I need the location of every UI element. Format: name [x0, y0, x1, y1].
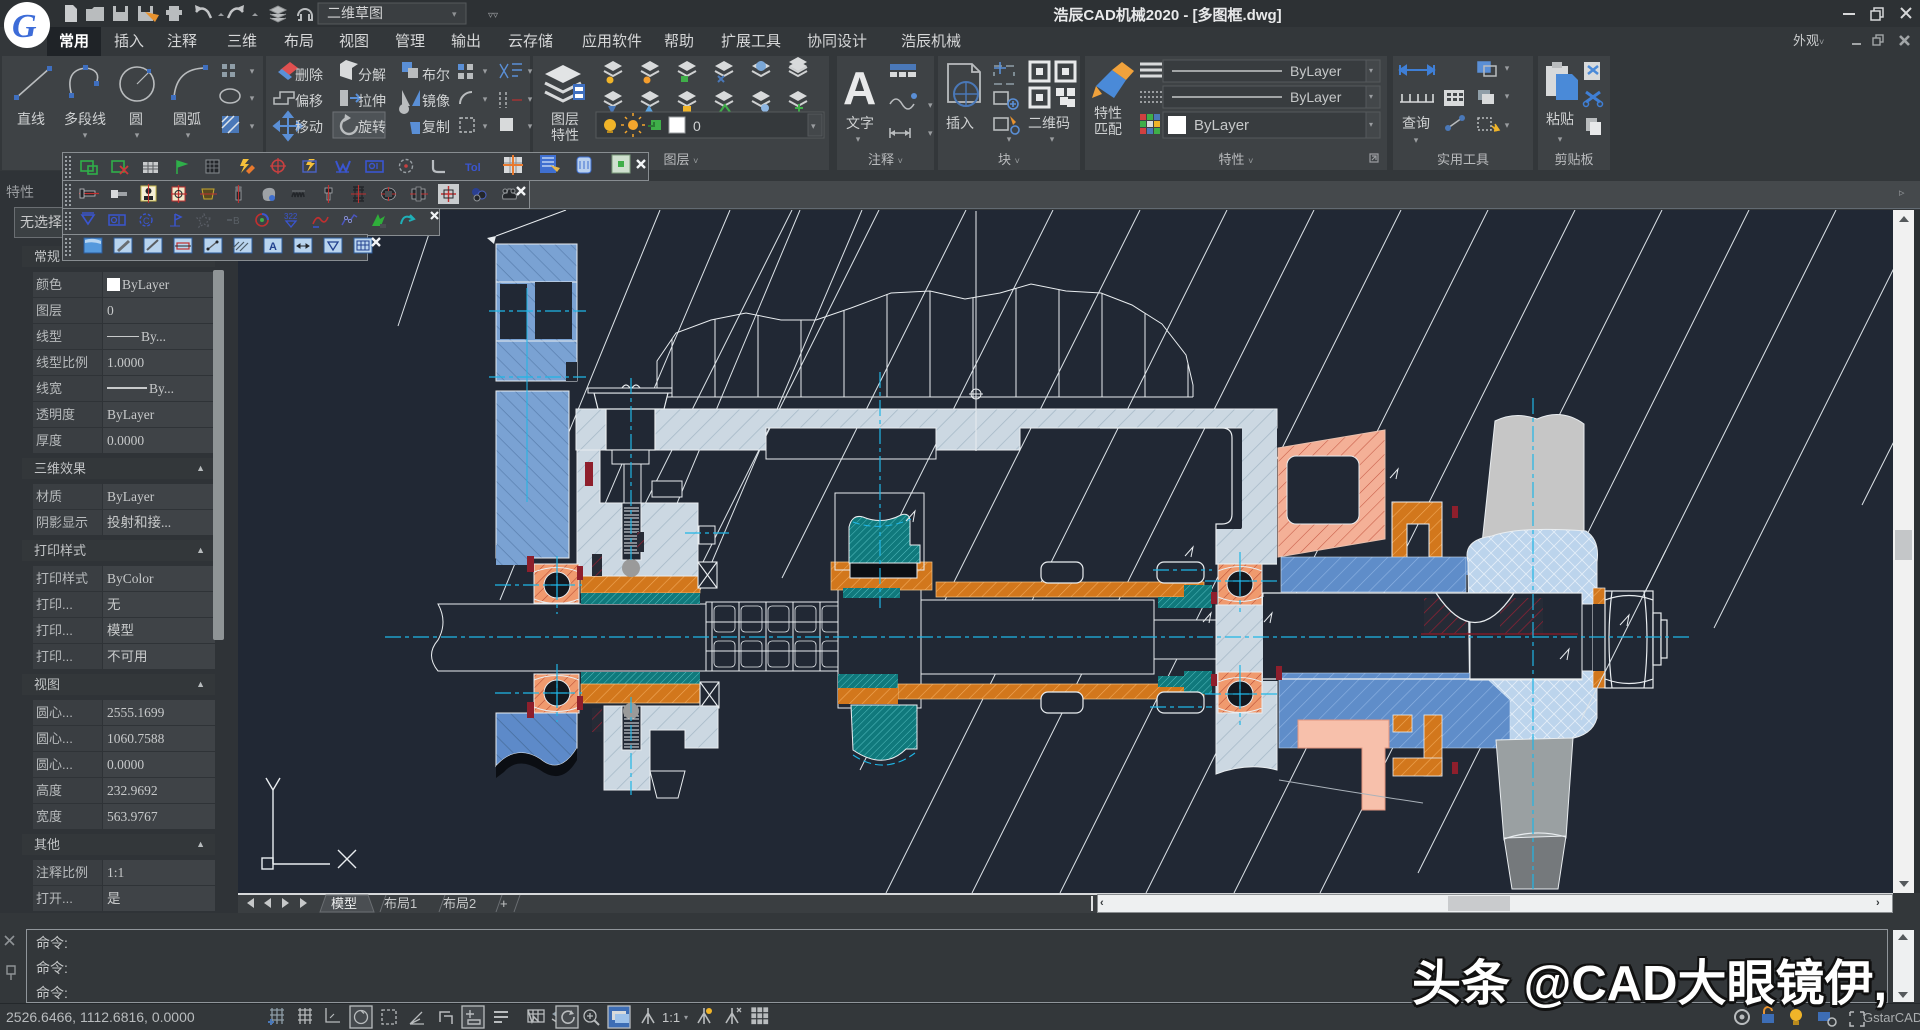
svg-text:查询: 查询 [1402, 115, 1430, 131]
svg-text:ByLayer: ByLayer [1194, 117, 1249, 134]
svg-text:图层: 图层 [551, 111, 579, 127]
svg-text:▾: ▾ [528, 66, 533, 76]
svg-text:插入: 插入 [946, 115, 974, 131]
svg-text:▾: ▾ [1369, 92, 1373, 101]
svg-text:直线: 直线 [17, 111, 45, 127]
svg-text:▾: ▾ [1050, 134, 1055, 144]
svg-text:删除: 删除 [295, 67, 323, 83]
svg-text:多段线: 多段线 [64, 111, 106, 127]
svg-text:拉伸: 拉伸 [358, 93, 386, 109]
svg-text:▾: ▾ [250, 66, 255, 76]
svg-text:▾: ▾ [1369, 120, 1373, 129]
svg-text:▾: ▾ [1505, 63, 1510, 73]
svg-text:▾: ▾ [483, 94, 488, 104]
svg-text:圆: 圆 [129, 111, 143, 127]
svg-text:▾: ▾ [250, 121, 255, 131]
svg-text:▾: ▾ [83, 130, 88, 140]
svg-text:▾: ▾ [1414, 135, 1419, 145]
svg-text:A: A [843, 62, 876, 114]
svg-text:▾: ▾ [528, 94, 533, 104]
svg-text:粘贴: 粘贴 [1546, 111, 1574, 127]
svg-text:▾: ▾ [483, 121, 488, 131]
svg-text:特性: 特性 [551, 127, 579, 143]
svg-text:▿▿: ▿▿ [488, 10, 498, 21]
svg-text:▾: ▾ [811, 121, 816, 131]
svg-text:ByLayer: ByLayer [1290, 89, 1342, 105]
svg-text:▾: ▾ [250, 93, 255, 103]
svg-text:▾: ▾ [1007, 134, 1012, 144]
svg-text:二维草图: 二维草图 [327, 5, 383, 21]
svg-text:模型: 模型 [331, 896, 357, 911]
svg-text:▾: ▾ [1369, 66, 1373, 75]
svg-text:复制: 复制 [422, 119, 450, 135]
svg-text:▾: ▾ [135, 130, 140, 140]
svg-text:▾: ▾ [928, 128, 933, 138]
svg-text:旋转: 旋转 [358, 119, 386, 135]
svg-text:偏移: 偏移 [295, 93, 323, 109]
svg-text:分解: 分解 [358, 67, 386, 83]
svg-text:▾: ▾ [1505, 91, 1510, 101]
svg-text:▾: ▾ [1558, 134, 1563, 144]
svg-text:文字: 文字 [846, 115, 874, 131]
svg-text:▾: ▾ [452, 9, 457, 19]
svg-text:特性: 特性 [1094, 105, 1122, 121]
svg-text:移动: 移动 [295, 119, 323, 135]
svg-text:▾: ▾ [186, 130, 191, 140]
svg-text:匹配: 匹配 [1094, 121, 1122, 137]
svg-text:布尔: 布尔 [422, 67, 450, 83]
svg-text:▾: ▾ [928, 100, 933, 110]
svg-text:▾: ▾ [483, 66, 488, 76]
svg-text:二维码: 二维码 [1028, 115, 1070, 131]
svg-text:ByLayer: ByLayer [1290, 63, 1342, 79]
svg-text:▾: ▾ [856, 134, 861, 144]
svg-text:布局1: 布局1 [384, 896, 417, 911]
svg-text:圆弧: 圆弧 [173, 111, 201, 127]
svg-text:▾: ▾ [528, 121, 533, 131]
svg-text:0: 0 [693, 118, 701, 134]
svg-text:▾: ▾ [1505, 120, 1510, 130]
svg-text:镜像: 镜像 [422, 93, 450, 109]
svg-text:布局2: 布局2 [443, 896, 476, 911]
